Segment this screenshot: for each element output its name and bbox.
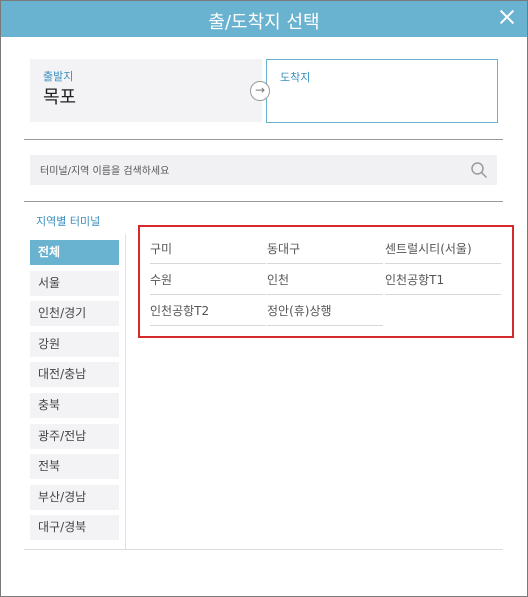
terminal-item[interactable]: 인천공항T2 xyxy=(150,296,266,326)
region-section-title: 지역별 터미널 xyxy=(36,215,101,228)
region-item[interactable]: 인천/경기 xyxy=(30,301,119,327)
region-item[interactable]: 대구/경북 xyxy=(30,515,119,541)
terminal-item[interactable]: 구미 xyxy=(150,234,266,264)
divider xyxy=(24,549,503,550)
terminal-item[interactable]: 수원 xyxy=(150,265,266,295)
departure-field[interactable]: 출발지 목포 xyxy=(30,59,262,122)
region-item[interactable]: 전체 xyxy=(30,240,119,265)
terminal-item[interactable]: 센트럴시티(서울) xyxy=(385,234,501,264)
divider xyxy=(24,139,503,140)
region-item[interactable]: 충북 xyxy=(30,392,119,418)
divider xyxy=(24,201,503,202)
region-item[interactable]: 서울 xyxy=(30,270,119,296)
search-bar xyxy=(30,155,497,185)
swap-arrow-icon[interactable]: → xyxy=(250,81,270,101)
departure-value: 목포 xyxy=(43,87,77,108)
region-item[interactable]: 광주/전남 xyxy=(30,423,119,449)
arrival-label: 도착지 xyxy=(280,71,311,84)
region-item[interactable]: 부산/경남 xyxy=(30,484,119,510)
terminal-item[interactable]: 인천공항T1 xyxy=(385,265,501,295)
close-icon[interactable] xyxy=(496,6,518,28)
search-icon[interactable] xyxy=(470,161,488,179)
region-item[interactable]: 강원 xyxy=(30,331,119,357)
region-list: 전체서울인천/경기강원대전/충남충북광주/전남전북부산/경남대구/경북 xyxy=(30,240,119,546)
search-input[interactable] xyxy=(38,162,462,180)
divider xyxy=(125,234,126,549)
arrival-field[interactable]: 도착지 xyxy=(266,59,498,123)
dialog-title: 출/도착지 선택 xyxy=(208,12,320,33)
region-item[interactable]: 전북 xyxy=(30,454,119,480)
terminal-item[interactable]: 동대구 xyxy=(267,234,383,264)
region-item[interactable]: 대전/충남 xyxy=(30,362,119,388)
departure-label: 출발지 xyxy=(43,70,74,83)
terminal-item[interactable]: 정안(휴)상행 xyxy=(267,296,383,326)
dialog-titlebar: 출/도착지 선택 xyxy=(1,1,527,37)
terminal-item[interactable]: 인천 xyxy=(267,265,383,295)
